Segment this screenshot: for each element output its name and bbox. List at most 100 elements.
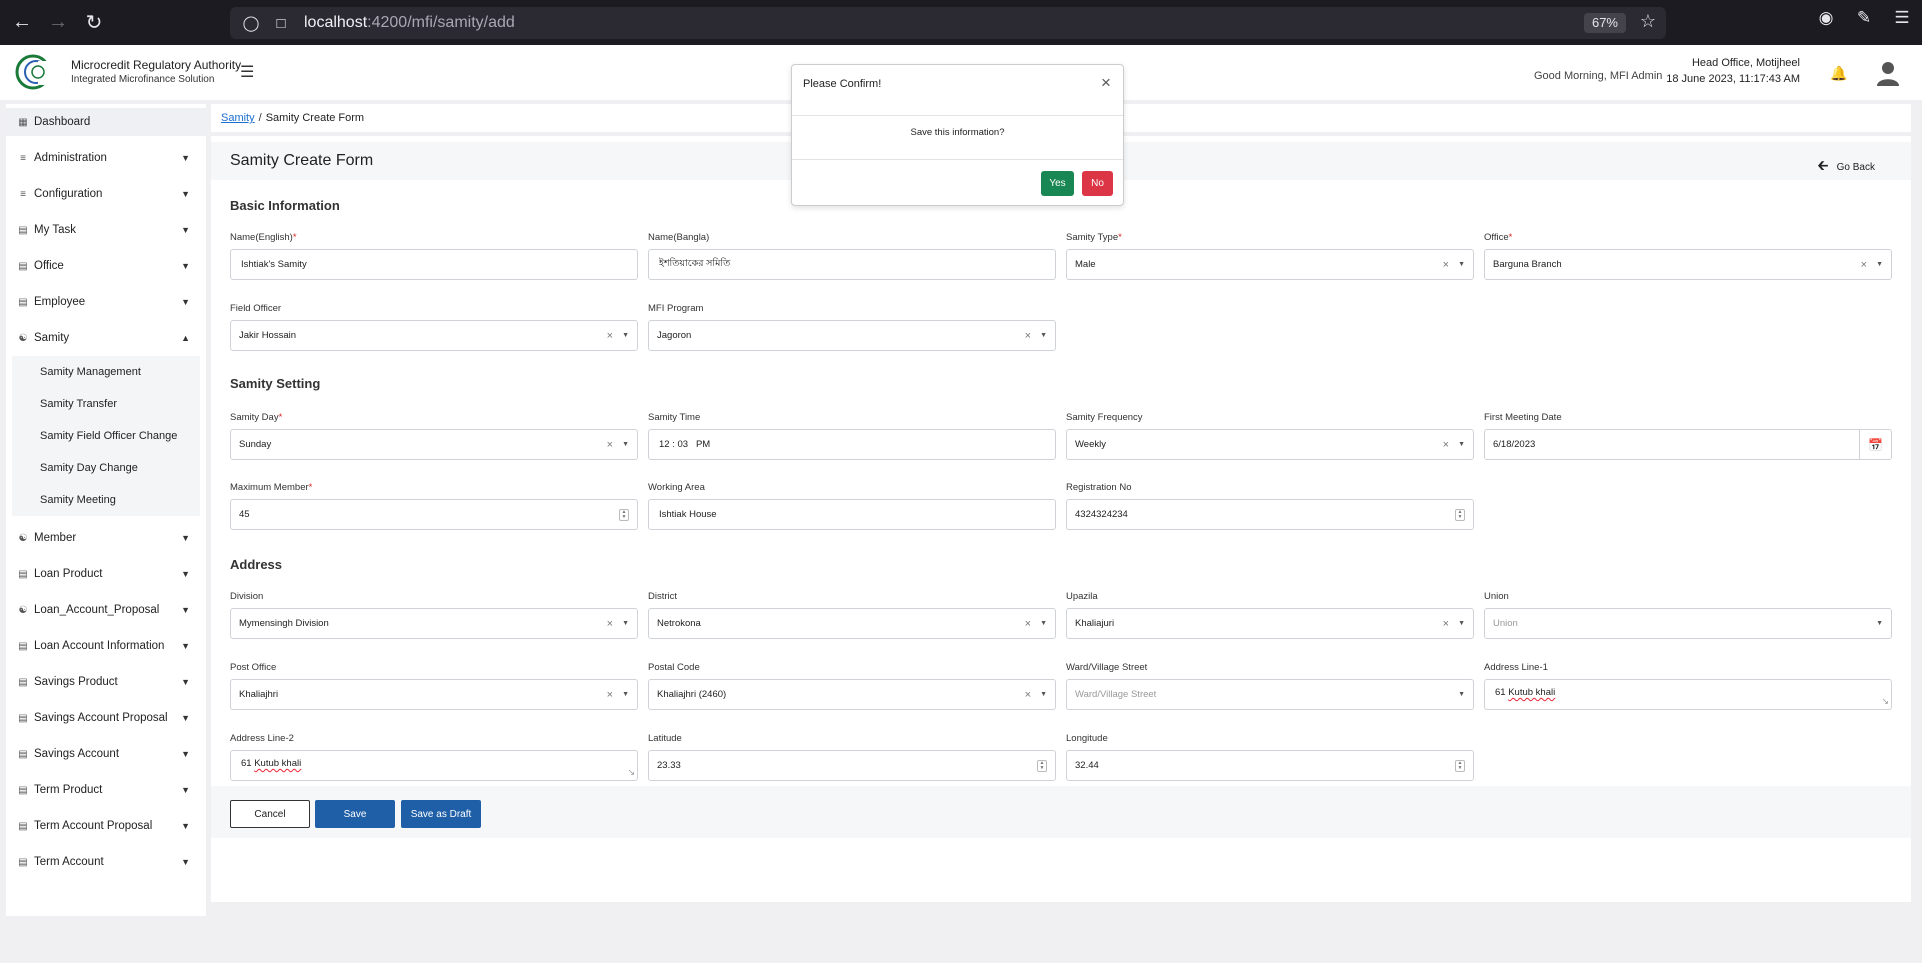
sidebar-subitem-samity-transfer[interactable]: Samity Transfer bbox=[12, 388, 200, 420]
clear-icon[interactable]: × bbox=[607, 689, 613, 701]
registration-no-input[interactable]: 4324324234 ▲ ▼ bbox=[1066, 499, 1474, 530]
cancel-button[interactable]: Cancel bbox=[230, 800, 310, 828]
name-bangla-input[interactable]: ইশতিয়াকের সমিতি bbox=[648, 249, 1056, 280]
postal-code-select[interactable]: Khaliajhri (2460) × ▼ bbox=[648, 679, 1056, 710]
caret-down-icon: ▼ bbox=[1458, 691, 1465, 698]
clear-icon[interactable]: × bbox=[607, 330, 613, 342]
upazila-select[interactable]: Khaliajuri × ▼ bbox=[1066, 608, 1474, 639]
sidebar-item-label: Employee bbox=[34, 296, 86, 308]
go-back-button[interactable]: 🡰 Go Back bbox=[1817, 155, 1875, 179]
user-avatar-icon[interactable] bbox=[1876, 60, 1900, 86]
field-officer-select[interactable]: Jakir Hossain × ▼ bbox=[230, 320, 638, 351]
clear-icon[interactable]: × bbox=[1861, 259, 1867, 271]
maximum-member-input[interactable]: 45 ▲ ▼ bbox=[230, 499, 638, 530]
clear-icon[interactable]: × bbox=[1443, 618, 1449, 630]
chevron-down-icon: ▼ bbox=[181, 785, 190, 795]
latitude-input[interactable]: 23.33 ▲ ▼ bbox=[648, 750, 1056, 781]
no-button[interactable]: No bbox=[1082, 171, 1113, 196]
sidebar-subitem-samity-day-change[interactable]: Samity Day Change bbox=[12, 452, 200, 484]
field-label: Division bbox=[230, 591, 264, 602]
sidebar-item-my-task[interactable]: ▤ My Task ▼ bbox=[6, 212, 206, 248]
close-icon[interactable]: × bbox=[1097, 73, 1115, 93]
samity-frequency-select[interactable]: Weekly × ▼ bbox=[1066, 429, 1474, 460]
ward-village-street-select[interactable]: Ward/Village Street ▼ bbox=[1066, 679, 1474, 710]
sidebar-item-member[interactable]: ☯ Member ▼ bbox=[6, 520, 206, 556]
sidebar-item-label: Term Account Proposal bbox=[34, 820, 153, 832]
field-office: Office* Barguna Branch × ▼ bbox=[1484, 232, 1892, 280]
input-value: Ishtiak's Samity bbox=[241, 259, 307, 270]
menu-icon[interactable]: ☰ bbox=[1892, 8, 1912, 28]
pocket-icon[interactable]: ◉ bbox=[1816, 8, 1836, 28]
number-spinner-icon[interactable]: ▲ ▼ bbox=[1455, 508, 1465, 521]
zoom-level[interactable]: 67% bbox=[1583, 13, 1626, 33]
first-meeting-date-input[interactable]: 6/18/2023 📅 bbox=[1484, 429, 1892, 460]
working-area-input[interactable]: Ishtiak House bbox=[648, 499, 1056, 530]
post-office-select[interactable]: Khaliajhri × ▼ bbox=[230, 679, 638, 710]
sidebar-item-configuration[interactable]: ≡ Configuration ▼ bbox=[6, 176, 206, 212]
sidebar-item-term-product[interactable]: ▤ Term Product ▼ bbox=[6, 772, 206, 808]
samity-day-select[interactable]: Sunday × ▼ bbox=[230, 429, 638, 460]
sidebar-item-loan-account-information[interactable]: ▤ Loan Account Information ▼ bbox=[6, 628, 206, 664]
address-line-1-textarea[interactable]: 61 Kutub khali ↘ bbox=[1484, 679, 1892, 710]
field-mfi-program: MFI Program Jagoron × ▼ bbox=[648, 303, 1056, 351]
reload-icon[interactable]: ↻ bbox=[80, 9, 108, 37]
clear-icon[interactable]: × bbox=[1025, 689, 1031, 701]
sidebar-subitem-samity-meeting[interactable]: Samity Meeting bbox=[12, 484, 200, 516]
sidebar-item-loan-product[interactable]: ▤ Loan Product ▼ bbox=[6, 556, 206, 592]
caret-down-icon: ▼ bbox=[1876, 261, 1883, 268]
field-name-english: Name(English)* Ishtiak's Samity bbox=[230, 232, 638, 280]
name-english-input[interactable]: Ishtiak's Samity bbox=[230, 249, 638, 280]
number-spinner-icon[interactable]: ▲ ▼ bbox=[1037, 759, 1047, 772]
calendar-icon[interactable]: 📅 bbox=[1859, 430, 1891, 459]
sidebar-item-administration[interactable]: ≡ Administration ▼ bbox=[6, 140, 206, 176]
clear-icon[interactable]: × bbox=[1443, 259, 1449, 271]
sidebar-item-dashboard[interactable]: ▦ Dashboard bbox=[6, 108, 206, 136]
division-select[interactable]: Mymensingh Division × ▼ bbox=[230, 608, 638, 639]
resize-handle-icon[interactable]: ↘ bbox=[627, 767, 635, 778]
brand-title: Microcredit Regulatory Authority bbox=[71, 58, 242, 72]
sidebar-item-term-account[interactable]: ▤ Term Account ▼ bbox=[6, 844, 206, 880]
mfi-program-select[interactable]: Jagoron × ▼ bbox=[648, 320, 1056, 351]
samity-type-select[interactable]: Male × ▼ bbox=[1066, 249, 1474, 280]
sidebar-item-loan-account-proposal[interactable]: ☯ Loan_Account_Proposal ▼ bbox=[6, 592, 206, 628]
sidebar-item-office[interactable]: ▤ Office ▼ bbox=[6, 248, 206, 284]
resize-handle-icon[interactable]: ↘ bbox=[1881, 696, 1889, 707]
save-as-draft-button[interactable]: Save as Draft bbox=[401, 800, 481, 828]
office-select[interactable]: Barguna Branch × ▼ bbox=[1484, 249, 1892, 280]
extensions-icon[interactable]: ✎ bbox=[1854, 8, 1874, 28]
bookmark-star-icon[interactable]: ☆ bbox=[1640, 11, 1656, 32]
district-select[interactable]: Netrokona × ▼ bbox=[648, 608, 1056, 639]
samity-time-input[interactable]: 12 : 03 PM bbox=[648, 429, 1056, 460]
url-text[interactable]: localhost:4200/mfi/samity/add bbox=[304, 14, 515, 32]
shield-icon[interactable]: ◯ bbox=[242, 14, 260, 32]
back-arrow-icon[interactable]: ← bbox=[8, 9, 36, 37]
longitude-input[interactable]: 32.44 ▲ ▼ bbox=[1066, 750, 1474, 781]
sidebar-subitem-samity-management[interactable]: Samity Management bbox=[12, 356, 200, 388]
sidebar-item-savings-product[interactable]: ▤ Savings Product ▼ bbox=[6, 664, 206, 700]
sidebar-item-samity[interactable]: ☯ Samity ▲ bbox=[6, 320, 206, 356]
bell-icon[interactable]: 🔔 bbox=[1830, 65, 1847, 82]
clear-icon[interactable]: × bbox=[607, 618, 613, 630]
field-union: Union Union ▼ bbox=[1484, 591, 1892, 639]
address-bar[interactable]: ◯ □ localhost:4200/mfi/samity/add 67% ☆ bbox=[230, 7, 1666, 39]
sidebar-item-term-account-proposal[interactable]: ▤ Term Account Proposal ▼ bbox=[6, 808, 206, 844]
number-spinner-icon[interactable]: ▲ ▼ bbox=[619, 508, 629, 521]
sidebar-subitem-field-officer-change[interactable]: Samity Field Officer Change bbox=[12, 420, 200, 452]
hamburger-menu-icon[interactable]: ☰ bbox=[240, 62, 254, 82]
forward-arrow-icon[interactable]: → bbox=[44, 9, 72, 37]
sidebar-item-savings-account[interactable]: ▤ Savings Account ▼ bbox=[6, 736, 206, 772]
number-spinner-icon[interactable]: ▲ ▼ bbox=[1455, 759, 1465, 772]
clear-icon[interactable]: × bbox=[1443, 439, 1449, 451]
sidebar-item-savings-account-proposal[interactable]: ▤ Savings Account Proposal ▼ bbox=[6, 700, 206, 736]
page-icon: □ bbox=[276, 14, 286, 32]
sidebar-item-employee[interactable]: ▤ Employee ▼ bbox=[6, 284, 206, 320]
yes-button[interactable]: Yes bbox=[1041, 171, 1074, 196]
confirm-dialog: Please Confirm! × Save this information?… bbox=[791, 64, 1124, 206]
union-select[interactable]: Union ▼ bbox=[1484, 608, 1892, 639]
address-line-2-textarea[interactable]: 61 Kutub khali ↘ bbox=[230, 750, 638, 781]
save-button[interactable]: Save bbox=[315, 800, 395, 828]
breadcrumb-link-samity[interactable]: Samity bbox=[221, 112, 255, 124]
clear-icon[interactable]: × bbox=[1025, 618, 1031, 630]
clear-icon[interactable]: × bbox=[607, 439, 613, 451]
clear-icon[interactable]: × bbox=[1025, 330, 1031, 342]
